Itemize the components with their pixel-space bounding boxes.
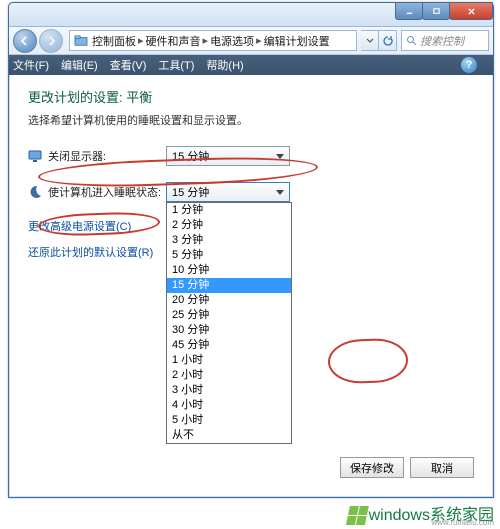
explorer-window: 控制面板 ▸ 硬件和声音 ▸ 电源选项 ▸ 编辑计划设置 搜索控制 文件(F) … [8, 2, 494, 498]
page-content: 更改计划的设置: 平衡 选择希望计算机使用的睡眠设置和显示设置。 关闭显示器: … [10, 75, 492, 496]
maximize-button[interactable] [422, 2, 450, 20]
sleep-label: 使计算机进入睡眠状态: [48, 184, 166, 200]
moon-icon [28, 185, 42, 199]
window-controls [396, 2, 493, 20]
sleep-option[interactable]: 45 分钟 [167, 338, 291, 353]
save-button[interactable]: 保存修改 [340, 457, 404, 478]
chevron-right-icon: ▸ [138, 34, 144, 47]
sleep-option[interactable]: 2 分钟 [167, 218, 291, 233]
control-panel-icon [74, 35, 88, 47]
minimize-button[interactable] [395, 2, 423, 20]
sleep-option[interactable]: 1 小时 [167, 353, 291, 368]
breadcrumb-item[interactable]: 电源选项 [210, 33, 254, 49]
breadcrumb-item[interactable]: 硬件和声音 [146, 33, 201, 49]
menu-help[interactable]: 帮助(H) [206, 57, 243, 73]
close-button[interactable] [449, 2, 493, 20]
page-title: 更改计划的设置: 平衡 [28, 87, 474, 106]
sleep-value: 15 分钟 [172, 184, 209, 200]
watermark-url: www.ruihaifu.com [431, 518, 494, 527]
forward-button[interactable] [39, 29, 63, 53]
sleep-option[interactable]: 20 分钟 [167, 293, 291, 308]
menu-view[interactable]: 查看(V) [110, 57, 147, 73]
search-input[interactable]: 搜索控制 [401, 30, 489, 51]
back-button[interactable] [13, 29, 37, 53]
chevron-down-icon [276, 190, 284, 195]
row-display-off: 关闭显示器: 15 分钟 [28, 146, 474, 166]
windows-logo-icon [344, 505, 368, 525]
search-placeholder: 搜索控制 [420, 33, 464, 49]
menu-tools[interactable]: 工具(T) [158, 57, 194, 73]
sleep-option[interactable]: 3 小时 [167, 383, 291, 398]
help-icon[interactable]: ? [461, 57, 477, 73]
breadcrumb-root[interactable]: 控制面板 [92, 33, 136, 49]
sleep-option[interactable]: 30 分钟 [167, 323, 291, 338]
sleep-option[interactable]: 10 分钟 [167, 263, 291, 278]
menu-bar: 文件(F) 编辑(E) 查看(V) 工具(T) 帮助(H) ? [9, 55, 493, 75]
breadcrumb-item[interactable]: 编辑计划设置 [264, 33, 330, 49]
display-off-label: 关闭显示器: [48, 148, 166, 164]
watermark: windows系统家园 www.ruihaifu.com [347, 501, 494, 525]
button-row: 保存修改 取消 [340, 457, 474, 478]
nav-toolbar: 控制面板 ▸ 硬件和声音 ▸ 电源选项 ▸ 编辑计划设置 搜索控制 [9, 27, 493, 55]
breadcrumb[interactable]: 控制面板 ▸ 硬件和声音 ▸ 电源选项 ▸ 编辑计划设置 [69, 30, 357, 51]
sleep-dropdown[interactable]: 1 分钟2 分钟3 分钟5 分钟10 分钟15 分钟20 分钟25 分钟30 分… [166, 202, 292, 444]
display-off-combo[interactable]: 15 分钟 [166, 146, 290, 166]
menu-edit[interactable]: 编辑(E) [61, 57, 98, 73]
page-subtitle: 选择希望计算机使用的睡眠设置和显示设置。 [28, 112, 474, 128]
titlebar [9, 3, 493, 27]
sleep-option[interactable]: 25 分钟 [167, 308, 291, 323]
sleep-option[interactable]: 1 分钟 [167, 203, 291, 218]
sleep-option[interactable]: 从不 [167, 428, 291, 443]
sleep-option[interactable]: 5 分钟 [167, 248, 291, 263]
search-icon [406, 35, 417, 46]
refresh-button[interactable] [379, 30, 397, 51]
sleep-option[interactable]: 5 小时 [167, 413, 291, 428]
sleep-option[interactable]: 3 分钟 [167, 233, 291, 248]
chevron-right-icon: ▸ [203, 34, 209, 47]
row-sleep: 使计算机进入睡眠状态: 15 分钟 1 分钟2 分钟3 分钟5 分钟10 分钟1… [28, 182, 474, 202]
display-off-value: 15 分钟 [172, 148, 209, 164]
menu-file[interactable]: 文件(F) [13, 57, 49, 73]
cancel-button[interactable]: 取消 [410, 457, 474, 478]
sleep-combo[interactable]: 15 分钟 1 分钟2 分钟3 分钟5 分钟10 分钟15 分钟20 分钟25 … [166, 182, 290, 202]
monitor-icon [28, 149, 42, 163]
sleep-option[interactable]: 4 小时 [167, 398, 291, 413]
annotation-ellipse [327, 338, 408, 385]
breadcrumb-dropdown-button[interactable] [361, 30, 379, 51]
chevron-down-icon [276, 154, 284, 159]
sleep-option[interactable]: 2 小时 [167, 368, 291, 383]
watermark-brand: indows [380, 507, 430, 525]
sleep-option[interactable]: 15 分钟 [167, 278, 291, 293]
chevron-right-icon: ▸ [256, 34, 262, 47]
